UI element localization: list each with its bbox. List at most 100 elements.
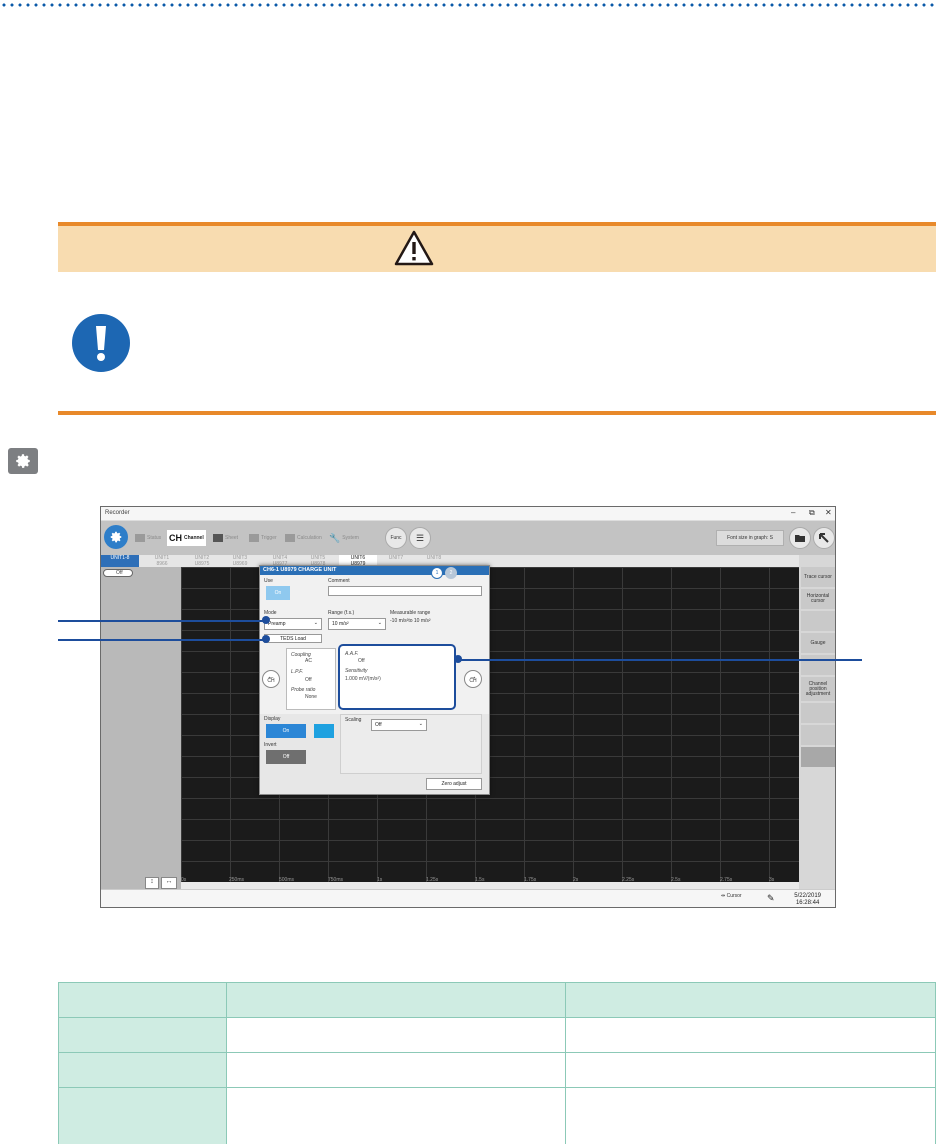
- display-toggle[interactable]: On: [266, 724, 306, 738]
- channel-toggle[interactable]: Off: [103, 569, 133, 577]
- teds-load-button[interactable]: TEDS Load: [264, 634, 322, 643]
- probe-ratio-label: Probe ratio: [291, 687, 316, 693]
- trace-cursor-button[interactable]: Trace cursor: [801, 567, 835, 587]
- unit-tab-label: UNIT8: [426, 555, 442, 561]
- channel-icon: CH: [169, 533, 182, 543]
- x-tick-label: 500ms: [279, 877, 295, 883]
- horizontal-zoom-button[interactable]: ↔: [161, 877, 177, 889]
- settings-button[interactable]: [104, 525, 128, 549]
- table-cell: [58, 1017, 227, 1053]
- chevron-down-icon: ⌄: [377, 620, 382, 626]
- right-button-blank[interactable]: [801, 611, 835, 631]
- right-button-blank[interactable]: [801, 703, 835, 723]
- horizontal-arrows-icon: ↔: [165, 878, 173, 885]
- aaf-value: Off: [358, 658, 365, 664]
- vertical-zoom-button[interactable]: ↕: [145, 877, 159, 889]
- table-cell: [565, 1017, 936, 1053]
- right-button-blank[interactable]: [801, 747, 835, 767]
- x-tick-label: 2.75s: [720, 877, 733, 883]
- open-folder-button[interactable]: [789, 527, 811, 549]
- table-cell: [58, 1087, 227, 1144]
- right-button-blank[interactable]: [801, 655, 835, 675]
- invert-toggle[interactable]: Off: [266, 750, 306, 764]
- window-titlebar: Recorder – ⧉ ✕: [101, 507, 835, 521]
- table-cell: [226, 1087, 566, 1144]
- settings-table: [58, 982, 936, 1144]
- chevron-down-icon: ⌄: [313, 620, 318, 626]
- waveform-color-swatch[interactable]: [314, 724, 334, 738]
- callout-line-mode: [58, 620, 268, 622]
- close-button[interactable]: ✕: [825, 508, 832, 517]
- previous-channel-label: CH: [267, 678, 275, 684]
- probe-ratio-value: None: [305, 694, 317, 700]
- previous-channel-button[interactable]: ← CH: [262, 670, 280, 688]
- unit-tab-3[interactable]: UNIT3 U8969: [221, 555, 259, 567]
- cursor-button[interactable]: ⇹ Cursor: [721, 893, 742, 899]
- comment-input[interactable]: [328, 586, 482, 596]
- fullscreen-button[interactable]: [813, 527, 835, 549]
- sensitivity-label: Sensitivity: [345, 668, 368, 674]
- maximize-button[interactable]: ⧉: [809, 508, 815, 518]
- table-row: [58, 1087, 936, 1144]
- x-tick-label: 3s: [769, 877, 775, 883]
- page-2-button[interactable]: 2: [445, 567, 457, 579]
- tab-sheet[interactable]: Sheet: [211, 530, 240, 546]
- channel-toggle-label: Off: [116, 570, 123, 576]
- scaling-panel: Scaling Off ⌄: [340, 714, 482, 774]
- callout-dot-teds: [262, 635, 270, 643]
- font-size-label: Font size in graph: S: [727, 535, 773, 541]
- zero-adjust-button[interactable]: Zero adjust: [426, 778, 482, 790]
- minimize-button[interactable]: –: [791, 508, 795, 517]
- func-label: Func: [390, 535, 402, 541]
- x-tick-label: 1s: [377, 877, 383, 883]
- cursor-label: Cursor: [726, 893, 742, 899]
- scaling-select[interactable]: Off ⌄: [371, 719, 427, 731]
- font-size-selector[interactable]: Font size in graph: S: [716, 530, 784, 546]
- tab-trigger[interactable]: Trigger: [247, 530, 279, 546]
- table-cell: [226, 1052, 566, 1088]
- channel-position-button[interactable]: Channel position adjustment: [801, 677, 835, 701]
- list-icon: ☰: [415, 532, 425, 543]
- right-button-blank[interactable]: [801, 725, 835, 745]
- func-button[interactable]: Func: [385, 527, 407, 549]
- gear-icon: [110, 531, 122, 543]
- status-bar: ⇹ Cursor ✎ 5/22/2019 16:28:44: [101, 889, 835, 907]
- gauge-button[interactable]: Gauge: [801, 633, 835, 653]
- folder-icon: [795, 535, 805, 542]
- expand-icon: [819, 533, 829, 543]
- unit-tab-all[interactable]: UNIT1-8: [101, 555, 139, 567]
- sensitivity-value: 1.000 mV/(m/s²): [345, 676, 381, 682]
- aaf-sensitivity-panel: A.A.F. Off Sensitivity 1.000 mV/(m/s²): [338, 644, 456, 710]
- coupling-value: AC: [305, 658, 312, 664]
- datetime-display: 5/22/2019 16:28:44: [794, 893, 821, 907]
- table-cell: [565, 982, 936, 1018]
- invert-label: Invert: [264, 742, 277, 748]
- recorder-screenshot: Recorder – ⧉ ✕ Status CH Channel Sheet T…: [100, 506, 836, 908]
- next-channel-button[interactable]: → CH: [464, 670, 482, 688]
- tab-status[interactable]: Status: [133, 530, 163, 546]
- tab-calculation[interactable]: Calculation: [283, 530, 324, 546]
- page-1-button[interactable]: 1: [431, 567, 443, 579]
- table-cell: [58, 982, 227, 1018]
- zero-adjust-label: Zero adjust: [441, 781, 467, 787]
- time-axis: 0s 250ms 500ms 750ms 1s 1.25s 1.5s 1.75s…: [181, 875, 799, 887]
- unit-tab-2[interactable]: UNIT2 U8975: [183, 555, 221, 567]
- status-time: 16:28:44: [795, 900, 820, 906]
- mode-select[interactable]: Preamp ⌄: [264, 618, 322, 630]
- chevron-down-icon: ⌄: [418, 721, 423, 727]
- range-select[interactable]: 10 m/s² ⌄: [328, 618, 386, 630]
- measurable-range-label: Measurable range: [390, 610, 431, 616]
- tab-system[interactable]: 🔧 System: [327, 530, 361, 546]
- use-label: Use: [264, 578, 273, 584]
- horizontal-cursor-button[interactable]: Horizontal cursor: [801, 589, 835, 609]
- x-tick-label: 1.5s: [475, 877, 485, 883]
- page-indicator: 1 2: [431, 567, 457, 579]
- unit-tab-1[interactable]: UNIT1 8966: [143, 555, 181, 567]
- mode-value: Preamp: [268, 621, 286, 627]
- list-menu-button[interactable]: ☰: [409, 527, 431, 549]
- vertical-arrows-icon: ↕: [150, 878, 154, 885]
- use-toggle[interactable]: On: [266, 586, 290, 600]
- tab-channel[interactable]: CH Channel: [167, 530, 206, 546]
- lpf-value: Off: [305, 677, 312, 683]
- status-date: 5/22/2019: [794, 893, 821, 899]
